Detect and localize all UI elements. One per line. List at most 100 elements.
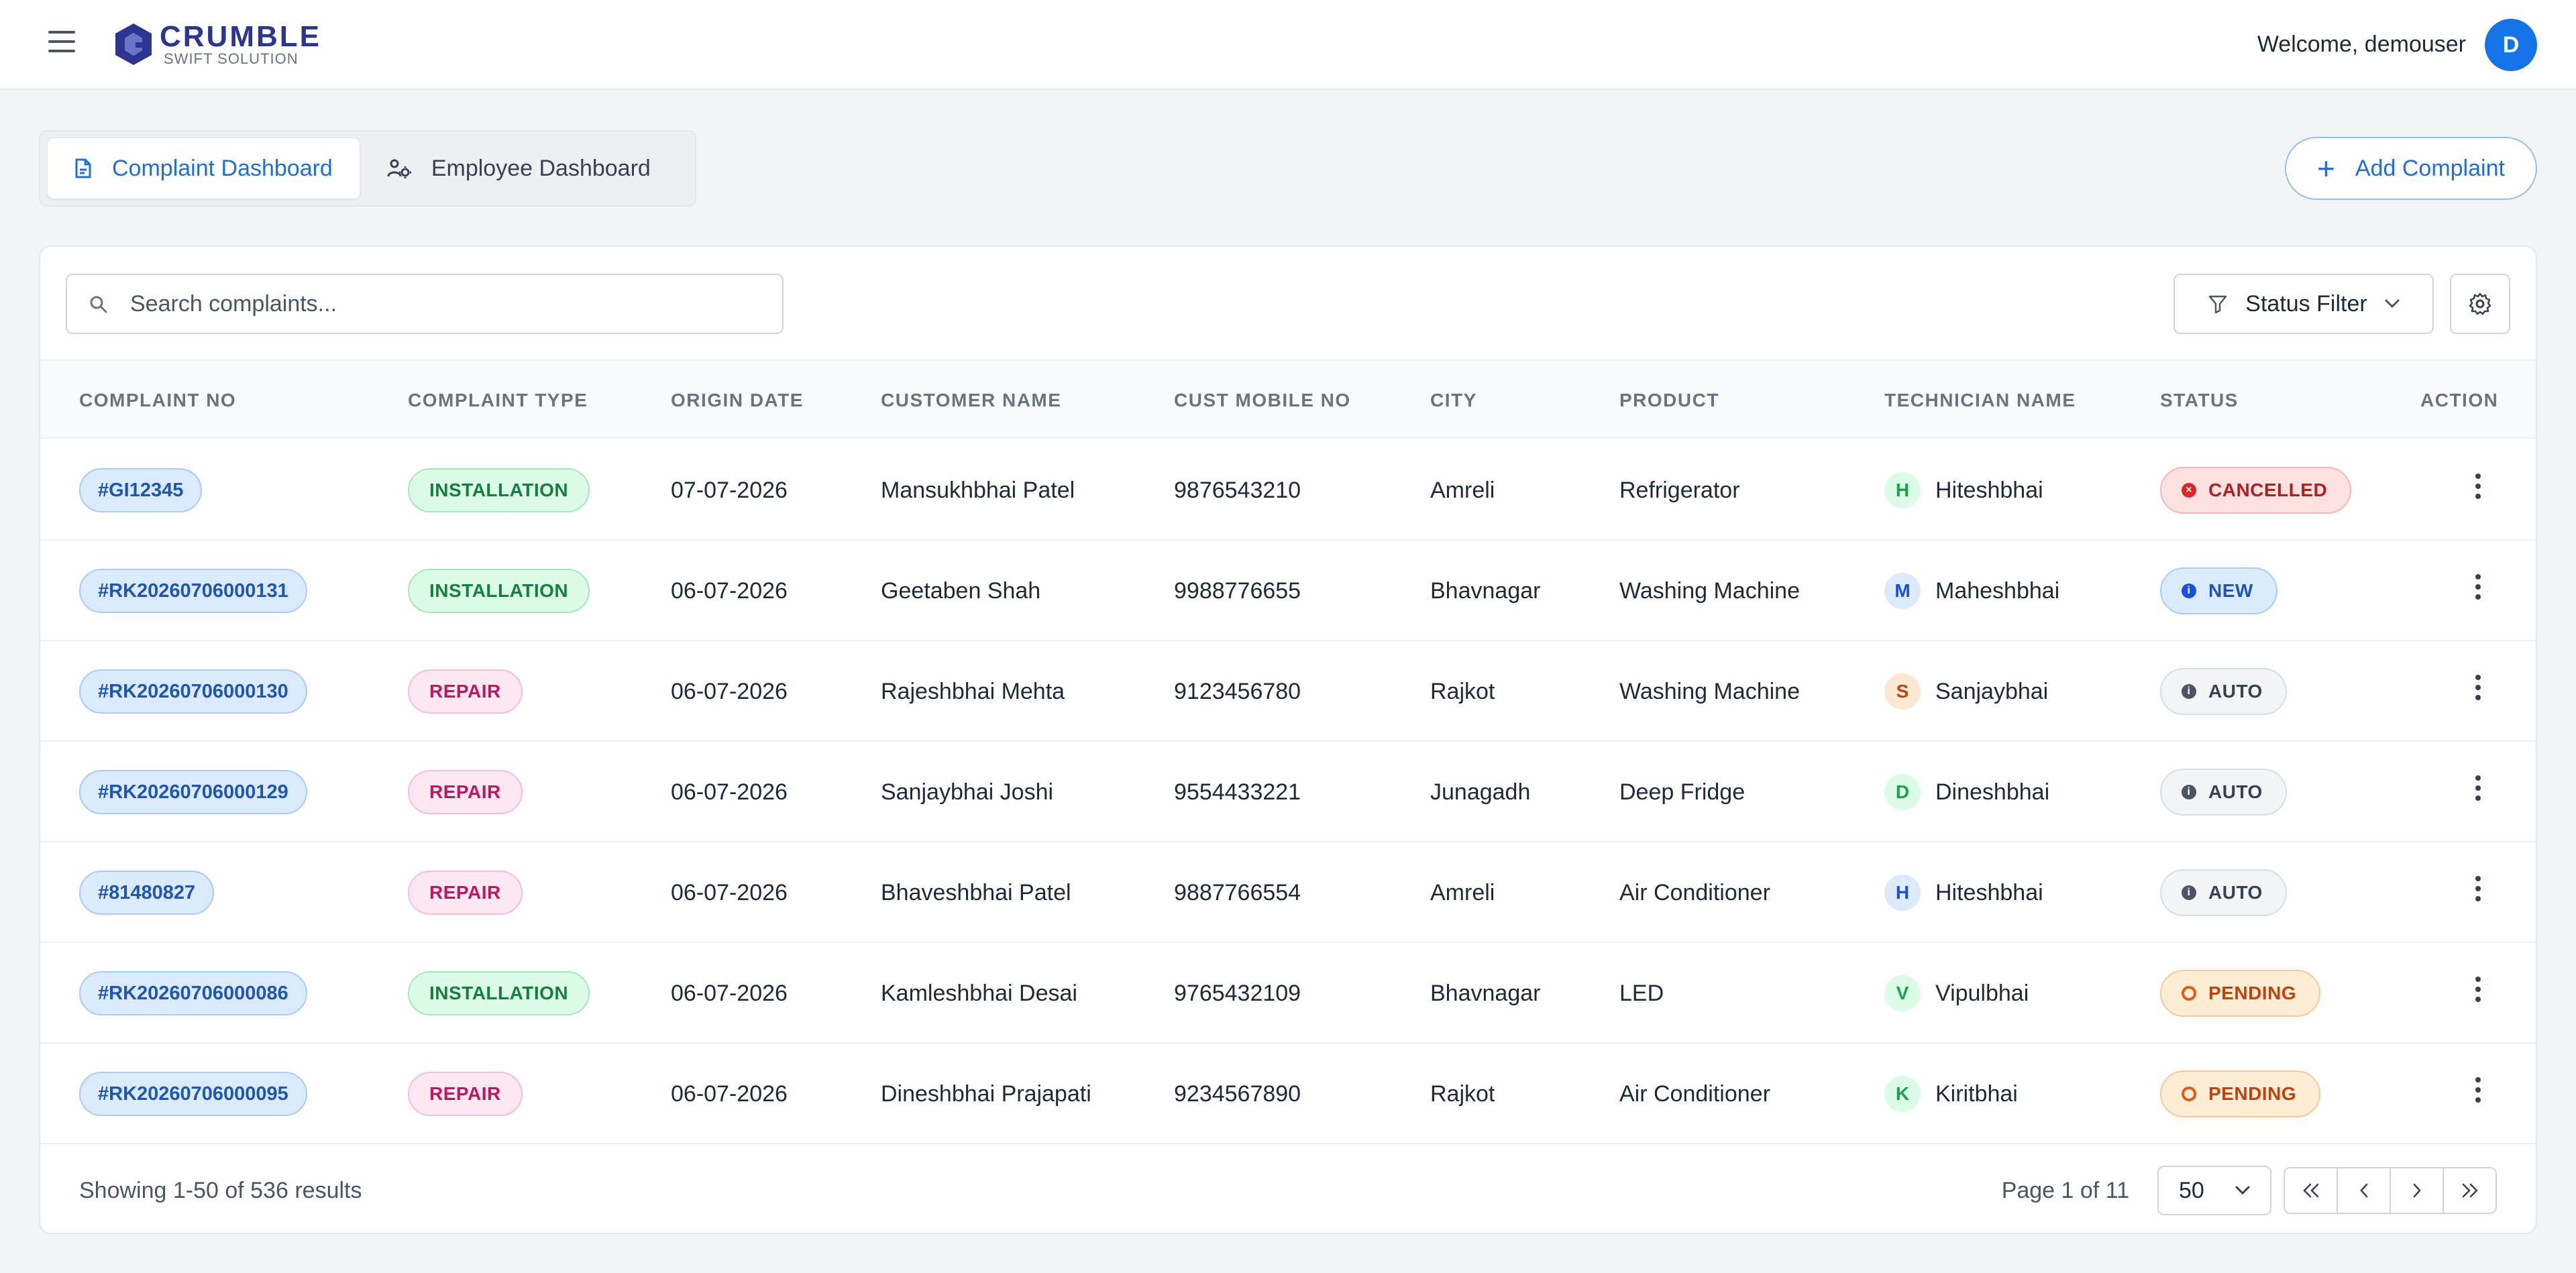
kebab-menu-icon[interactable]: [2470, 876, 2486, 909]
status-label: AUTO: [2208, 681, 2263, 702]
status-filter-dropdown[interactable]: Status Filter: [2174, 274, 2434, 334]
city: Bhavnagar: [1430, 980, 1541, 1006]
welcome-text: Welcome, demouser: [2257, 32, 2466, 57]
top-header: CRUMBLE SWIFT SOLUTION Welcome, demouser…: [0, 0, 2576, 90]
tab-employee-dashboard[interactable]: Employee Dashboard: [360, 137, 678, 199]
status-badge: i NEW: [2160, 567, 2277, 614]
complaints-card: Status Filter COMPLAINT NO COMPLAINT TYP…: [39, 245, 2537, 1234]
city: Rajkot: [1430, 678, 1495, 704]
table-row[interactable]: #RK20260706000129 REPAIR 06-07-2026 Sanjayb…: [40, 742, 2536, 842]
kebab-menu-icon[interactable]: [2470, 775, 2486, 809]
last-page-button[interactable]: [2444, 1168, 2496, 1213]
page-size-select[interactable]: 50: [2157, 1166, 2271, 1215]
technician-name: Vipulbhai: [1935, 980, 2029, 1006]
column-header-status[interactable]: STATUS: [2160, 361, 2239, 440]
plus-icon: +: [2317, 151, 2335, 186]
column-header-customer-name[interactable]: CUSTOMER NAME: [881, 361, 1061, 440]
kebab-menu-icon[interactable]: [2470, 1077, 2486, 1111]
brand-logo-mark-icon: [115, 23, 152, 65]
column-header-cust-mobile-no[interactable]: CUST MOBILE NO: [1174, 361, 1351, 440]
origin-date: 06-07-2026: [671, 1081, 788, 1107]
chevron-left-icon: [2359, 1183, 2367, 1198]
brand-logo[interactable]: CRUMBLE SWIFT SOLUTION: [113, 20, 321, 68]
column-header-product[interactable]: PRODUCT: [1619, 361, 1719, 440]
complaint-number-link[interactable]: #81480827: [79, 871, 215, 915]
technician-avatar: S: [1884, 673, 1921, 710]
status-icon: [2182, 986, 2196, 1001]
status-filter-label: Status Filter: [2245, 290, 2367, 317]
origin-date: 07-07-2026: [671, 477, 788, 503]
table-row[interactable]: #RK20260706000086 INSTALLATION 06-07-2026 K…: [40, 943, 2536, 1044]
results-count: Showing 1-50 of 536 results: [79, 1178, 362, 1203]
customer-name: Sanjaybhai Joshi: [881, 779, 1054, 805]
table-row[interactable]: #RK20260706000131 INSTALLATION 06-07-2026 G…: [40, 541, 2536, 641]
add-complaint-button[interactable]: + Add Complaint: [2285, 137, 2537, 200]
first-page-button[interactable]: [2285, 1168, 2338, 1213]
status-badge: × CANCELLED: [2160, 467, 2352, 514]
hamburger-menu-icon[interactable]: [48, 31, 75, 54]
technician-name: Kiritbhai: [1935, 1081, 2018, 1107]
table-row[interactable]: #RK20260706000095 REPAIR 06-07-2026 Dineshb…: [40, 1044, 2536, 1144]
tab-complaint-dashboard[interactable]: Complaint Dashboard: [47, 137, 360, 199]
brand-tagline: SWIFT SOLUTION: [164, 50, 299, 67]
add-complaint-label: Add Complaint: [2355, 155, 2505, 181]
table-row[interactable]: #RK20260706000130 REPAIR 06-07-2026 Rajeshb…: [40, 641, 2536, 742]
status-icon: i: [2182, 684, 2196, 699]
kebab-menu-icon[interactable]: [2470, 675, 2486, 708]
kebab-menu-icon[interactable]: [2470, 574, 2486, 608]
chevron-right-icon: [2413, 1183, 2421, 1198]
customer-mobile: 9123456780: [1174, 678, 1301, 704]
technician-name: Hiteshbhai: [1935, 879, 2043, 905]
previous-page-button[interactable]: [2338, 1168, 2391, 1213]
kebab-menu-icon[interactable]: [2470, 977, 2486, 1010]
product: Washing Machine: [1619, 577, 1800, 604]
technician-avatar: K: [1884, 1076, 1921, 1112]
table-row[interactable]: #GI12345 INSTALLATION 07-07-2026 Mansukhbha…: [40, 440, 2536, 541]
complaint-type-badge: REPAIR: [408, 1072, 523, 1116]
customer-name: Kamleshbhai Desai: [881, 980, 1077, 1006]
customer-mobile: 9765432109: [1174, 980, 1301, 1006]
technician-name: Sanjaybhai: [1935, 678, 2049, 704]
technician-name: Maheshbhai: [1935, 577, 2060, 604]
origin-date: 06-07-2026: [671, 779, 788, 805]
filter-funnel-icon: [2209, 295, 2227, 314]
technician-avatar: D: [1884, 774, 1921, 810]
complaint-type-badge: INSTALLATION: [408, 569, 590, 613]
column-header-complaint-type[interactable]: COMPLAINT TYPE: [408, 361, 588, 440]
table-footer: Showing 1-50 of 536 results Page 1 of 11…: [40, 1146, 2536, 1233]
complaint-number-link[interactable]: #RK20260706000129: [79, 770, 307, 814]
column-header-city[interactable]: CITY: [1430, 361, 1477, 440]
complaint-number-link[interactable]: #RK20260706000095: [79, 1072, 307, 1116]
complaint-number-link[interactable]: #GI12345: [79, 468, 203, 512]
complaint-type-badge: REPAIR: [408, 871, 523, 915]
search-icon: [90, 296, 107, 313]
search-input[interactable]: [130, 275, 767, 333]
column-header-complaint-no[interactable]: COMPLAINT NO: [79, 361, 236, 440]
search-box: [66, 274, 784, 334]
column-header-origin-date[interactable]: ORIGIN DATE: [671, 361, 804, 440]
user-avatar[interactable]: D: [2485, 19, 2537, 71]
customer-name: Geetaben Shah: [881, 577, 1041, 604]
document-icon: [75, 158, 91, 178]
complaint-number-link[interactable]: #RK20260706000086: [79, 971, 307, 1015]
table-settings-button[interactable]: [2450, 274, 2510, 334]
complaint-number-link[interactable]: #RK20260706000130: [79, 669, 307, 714]
customer-mobile: 9876543210: [1174, 477, 1301, 503]
column-header-technician-name[interactable]: TECHNICIAN NAME: [1884, 361, 2076, 440]
table-row[interactable]: #81480827 REPAIR 06-07-2026 Bhaveshbhai Pat…: [40, 842, 2536, 943]
dashboard-tabs: Complaint Dashboard Employee Dashboard: [39, 130, 696, 207]
brand-name: CRUMBLE: [160, 20, 321, 53]
status-badge: PENDING: [2160, 1070, 2321, 1117]
product: Refrigerator: [1619, 477, 1740, 503]
city: Amreli: [1430, 879, 1495, 905]
status-icon: [2182, 1087, 2196, 1101]
gear-icon: [2469, 292, 2491, 315]
kebab-menu-icon[interactable]: [2470, 474, 2486, 507]
product: LED: [1619, 980, 1664, 1006]
next-page-button[interactable]: [2391, 1168, 2444, 1213]
complaint-type-badge: REPAIR: [408, 669, 523, 714]
status-icon: i: [2182, 584, 2196, 598]
product: Air Conditioner: [1619, 1081, 1770, 1107]
origin-date: 06-07-2026: [671, 678, 788, 704]
complaint-number-link[interactable]: #RK20260706000131: [79, 569, 307, 613]
